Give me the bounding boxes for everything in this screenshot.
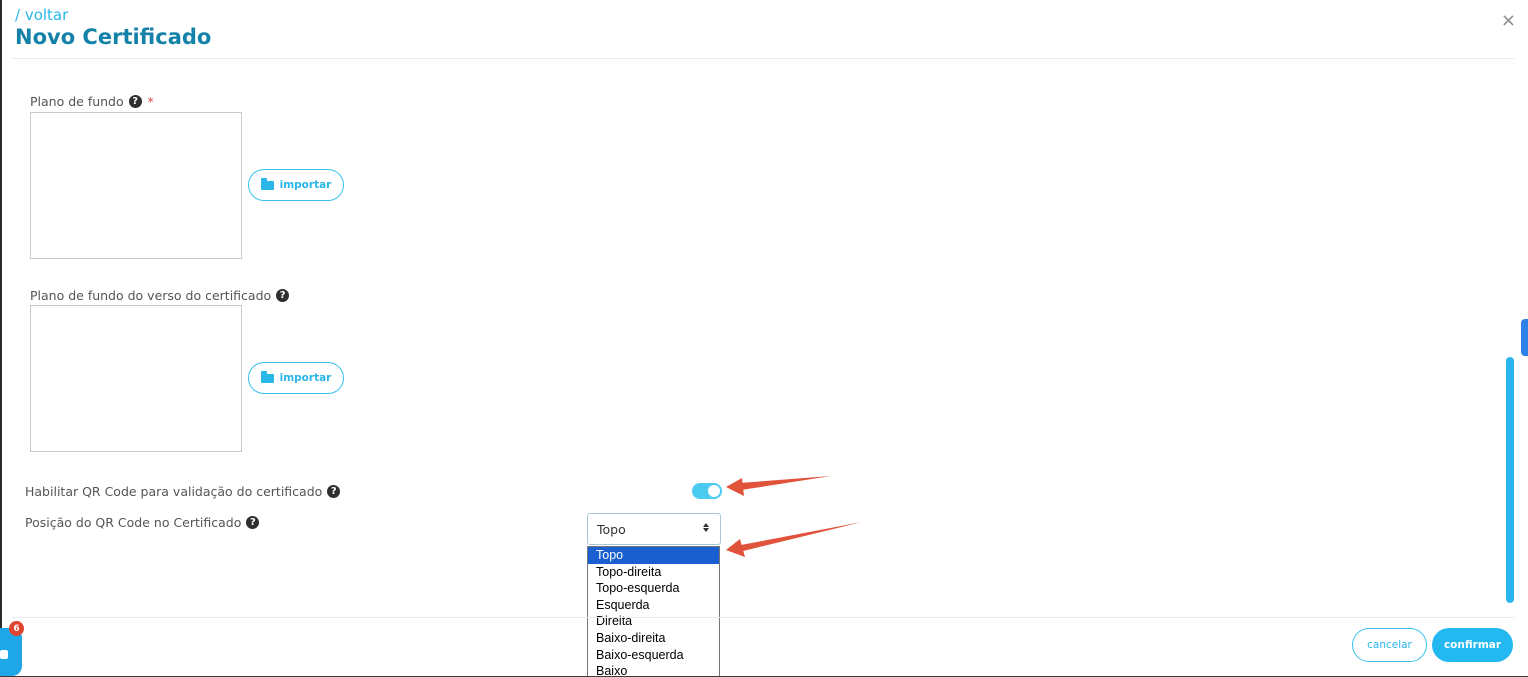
notification-badge: 6 <box>9 621 24 636</box>
confirm-button[interactable]: confirmar <box>1432 628 1513 662</box>
annotation-arrow-toggle <box>726 476 831 496</box>
annotation-arrow-dropdown <box>726 522 862 557</box>
annotation-arrows <box>726 476 862 557</box>
chat-icon <box>0 650 8 659</box>
cancel-button[interactable]: cancelar <box>1352 628 1427 662</box>
footer-divider <box>12 617 1514 618</box>
side-tab[interactable] <box>1521 319 1528 356</box>
scrollbar-thumb[interactable] <box>1506 357 1514 603</box>
